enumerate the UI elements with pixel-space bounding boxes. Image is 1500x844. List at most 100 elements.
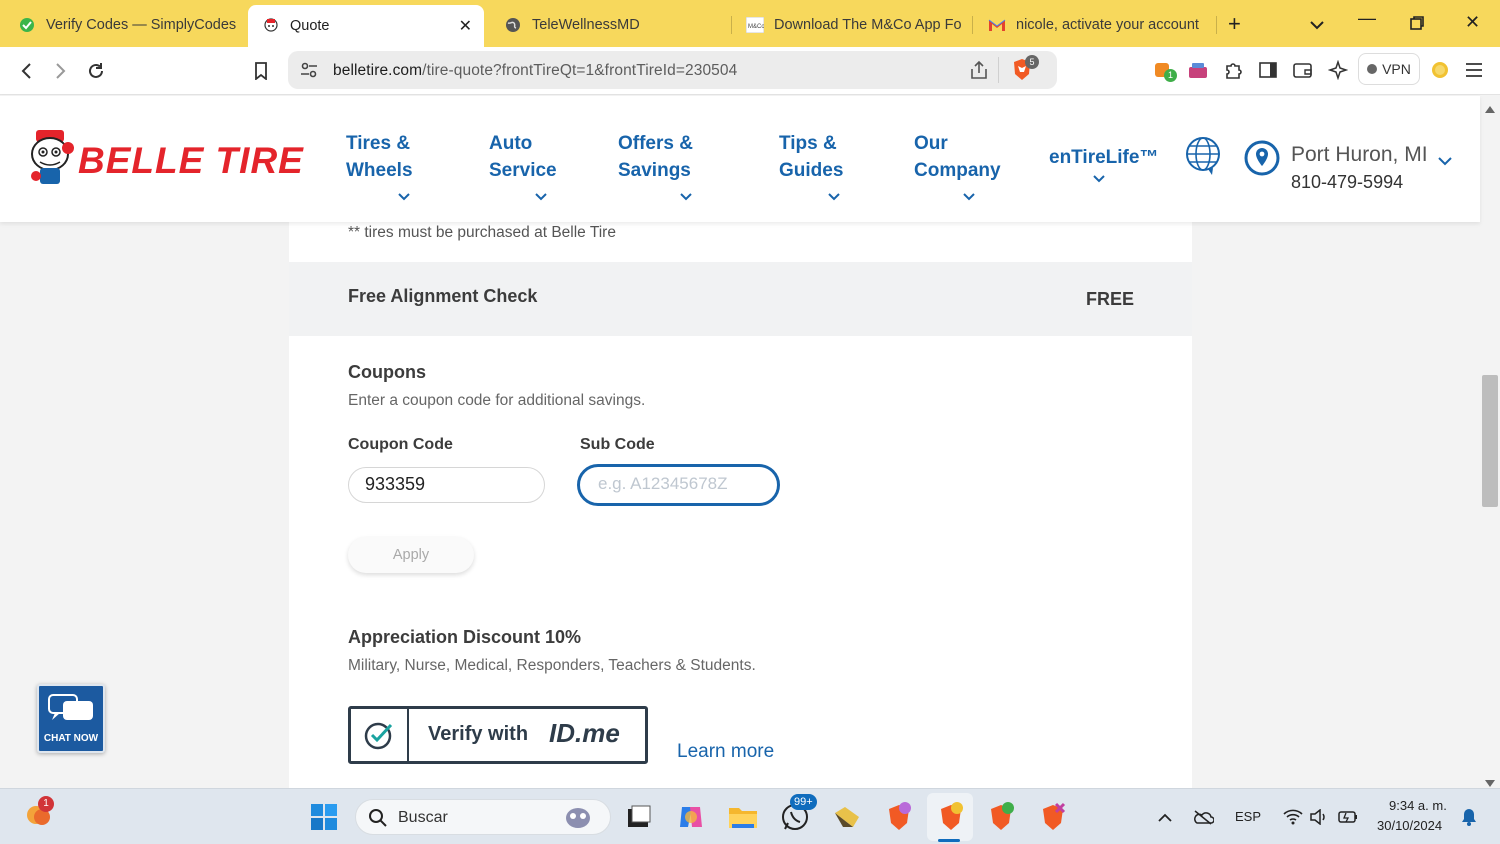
omnibox-divider — [998, 57, 999, 83]
nav-offers-savings[interactable]: Offers & Savings — [618, 130, 693, 211]
location-pin-icon[interactable] — [1244, 140, 1280, 181]
browser-toolbar: belletire.com/tire-quote?frontTireQt=1&f… — [0, 47, 1500, 95]
nav-label: Tires & — [346, 133, 411, 154]
store-location-city[interactable]: Port Huron, MI — [1291, 143, 1428, 167]
chevron-down-icon — [618, 184, 693, 211]
vpn-button[interactable]: VPN — [1358, 53, 1420, 85]
language-globe-icon[interactable] — [1184, 136, 1222, 181]
page-scrollbar-thumb[interactable] — [1482, 375, 1498, 507]
copilot-icon[interactable] — [676, 802, 706, 832]
onedrive-icon[interactable] — [1188, 802, 1218, 832]
tab-label: Verify Codes — SimplyCodes — [46, 17, 237, 33]
nav-tires-wheels[interactable]: Tires & Wheels — [346, 130, 413, 211]
language-indicator[interactable]: ESP — [1235, 809, 1261, 824]
whatsapp-icon[interactable]: 99+ — [780, 794, 817, 832]
vpn-label: VPN — [1382, 61, 1411, 77]
weather-widget-icon[interactable]: 1 — [24, 796, 54, 829]
scroll-up-arrow-icon[interactable] — [1485, 100, 1495, 118]
bookmark-icon[interactable] — [249, 59, 273, 83]
file-explorer-icon[interactable] — [728, 802, 758, 832]
brave-shield-icon[interactable]: 5 — [1010, 55, 1039, 88]
volume-icon[interactable] — [1304, 802, 1334, 832]
free-alignment-row: Free Alignment Check FREE — [289, 262, 1192, 336]
sidebar-icon[interactable] — [1257, 59, 1279, 81]
site-settings-icon[interactable] — [300, 61, 318, 84]
belle-tire-mascot-logo[interactable] — [28, 128, 78, 195]
clock-date[interactable]: 30/10/2024 — [1377, 818, 1442, 833]
alignment-price: FREE — [1086, 289, 1135, 309]
quote-content-panel: ** tires must be purchased at Belle Tire… — [289, 222, 1192, 788]
chat-now-button[interactable]: CHAT NOW — [37, 684, 105, 753]
globe-icon — [504, 16, 522, 34]
menu-icon[interactable] — [1463, 59, 1485, 81]
wallet-coin-icon[interactable] — [1429, 59, 1451, 81]
apply-coupon-button[interactable]: Apply — [348, 537, 474, 573]
battery-icon[interactable] — [1333, 802, 1363, 832]
check-circle-icon — [351, 709, 409, 761]
taskbar-search-box[interactable]: Buscar — [355, 799, 611, 835]
tires-footnote: ** tires must be purchased at Belle Tire — [348, 224, 616, 241]
new-tab-button[interactable]: + — [1228, 11, 1241, 37]
verify-label: Verify with — [428, 723, 529, 745]
tab-telewellnessmd[interactable]: TeleWellnessMD — [490, 5, 726, 45]
nav-our-company[interactable]: Our Company — [914, 130, 1001, 211]
rewards-extension-icon[interactable]: 1 — [1152, 59, 1177, 82]
leo-ai-icon[interactable] — [1327, 59, 1349, 81]
windows-start-icon[interactable] — [309, 802, 339, 832]
nav-label: enTireLife™ — [1049, 147, 1159, 168]
coupon-code-label: Coupon Code — [348, 436, 453, 453]
cart-extension-icon[interactable] — [1187, 59, 1209, 81]
show-hidden-icons-chevron[interactable] — [1150, 802, 1180, 832]
coupon-code-input[interactable]: 933359 — [348, 467, 545, 503]
nav-label: Tips & — [779, 133, 837, 154]
alignment-label: Free Alignment Check — [348, 286, 538, 306]
chevron-down-icon — [346, 184, 413, 211]
tab-search-chevron-icon[interactable] — [1310, 14, 1324, 35]
tab-label: nicole, activate your account — [1016, 17, 1199, 33]
nav-entirelife[interactable]: enTireLife™ — [1049, 144, 1158, 193]
brave-profile-icon[interactable] — [986, 802, 1016, 832]
reload-button[interactable] — [84, 59, 108, 83]
address-bar[interactable]: belletire.com/tire-quote?frontTireQt=1&f… — [288, 51, 1057, 89]
tab-simplycodes[interactable]: Verify Codes — SimplyCodes — [0, 5, 240, 45]
coupons-subtitle: Enter a coupon code for additional savin… — [348, 392, 646, 409]
nav-auto-service[interactable]: Auto Service — [489, 130, 557, 211]
restore-button[interactable] — [1410, 14, 1424, 35]
back-button[interactable] — [14, 59, 38, 83]
chevron-down-icon — [1049, 166, 1158, 193]
close-window-button[interactable]: ✕ — [1465, 12, 1480, 33]
pinned-app-icon[interactable] — [832, 802, 862, 832]
clock-time[interactable]: 9:34 a. m. — [1389, 798, 1447, 813]
store-phone[interactable]: 810-479-5994 — [1291, 172, 1403, 193]
tab-quote[interactable]: Quote ✕ — [248, 5, 484, 47]
nav-tips-guides[interactable]: Tips & Guides — [779, 130, 843, 211]
nav-label: Service — [489, 160, 557, 181]
appreciation-discount-heading: Appreciation Discount 10% — [348, 627, 582, 647]
chevron-down-icon — [489, 184, 557, 211]
brave-profile-2-icon[interactable] — [1038, 802, 1068, 832]
site-header: BELLE TIRE Tires & Wheels Auto Service O… — [0, 96, 1480, 222]
learn-more-link[interactable]: Learn more — [677, 741, 774, 763]
tab-gmail[interactable]: nicole, activate your account — [972, 5, 1216, 45]
close-tab-icon[interactable]: ✕ — [459, 16, 472, 36]
brave-icon[interactable] — [884, 802, 914, 832]
belle-tire-logo-text[interactable]: BELLE TIRE — [78, 140, 304, 182]
minimize-button[interactable]: — — [1358, 8, 1376, 29]
verify-with-idme-button[interactable]: Verify with ID.me — [348, 706, 648, 764]
chevron-down-icon[interactable] — [1438, 153, 1452, 171]
notification-bell-icon[interactable] — [1454, 802, 1484, 832]
wallet-icon[interactable] — [1292, 59, 1314, 81]
task-view-icon[interactable] — [624, 802, 654, 832]
share-icon[interactable] — [969, 60, 989, 85]
brave-active-icon[interactable] — [936, 802, 966, 832]
extensions-puzzle-icon[interactable] — [1222, 59, 1244, 81]
active-indicator — [938, 839, 960, 842]
sub-code-label: Sub Code — [580, 436, 655, 453]
tab-mco[interactable]: M&Co Download The M&Co App Fo — [732, 5, 968, 45]
sub-code-input[interactable]: e.g. A12345678Z — [577, 464, 780, 506]
nav-label: Offers & — [618, 133, 693, 154]
tab-label: TeleWellnessMD — [532, 17, 640, 33]
forward-button[interactable] — [49, 59, 73, 83]
appreciation-discount-subtitle: Military, Nurse, Medical, Responders, Te… — [348, 657, 756, 674]
tab-label: Download The M&Co App Fo — [774, 17, 962, 33]
